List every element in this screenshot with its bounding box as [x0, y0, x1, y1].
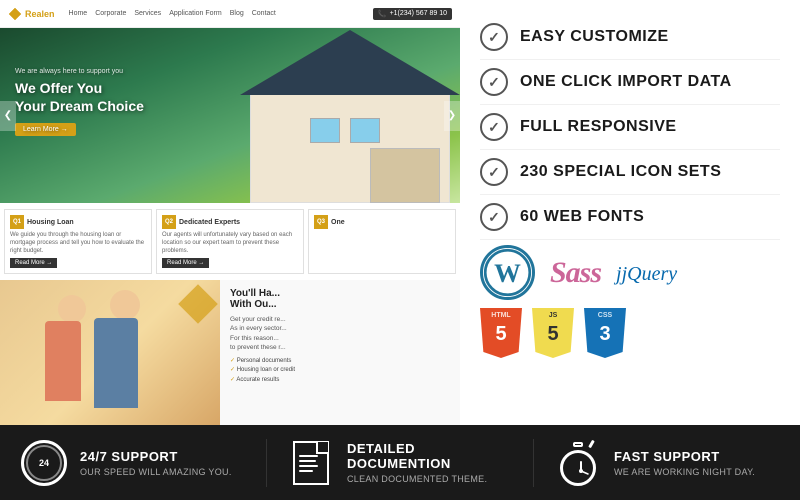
- hero-headline: We Offer You Your Dream Choice: [15, 79, 144, 115]
- bottom-item-docs: DETAILED DOCUMENTION CLEAN DOCUMENTED TH…: [267, 439, 534, 487]
- feature-label-2: ONE CLICK IMPORT DATA: [520, 73, 732, 91]
- feature-label-5: 60 WEB FONTS: [520, 208, 644, 226]
- feature-easy-customize: EASY CUSTOMIZE: [480, 15, 780, 60]
- doc-line-3: [299, 465, 318, 467]
- card-1: Q1 Housing Loan We guide you through the…: [4, 209, 152, 274]
- house-container: [200, 28, 460, 203]
- bottom-item-fast: FAST SUPPORT WE ARE WORKING NIGHT DAY.: [534, 439, 800, 487]
- docs-text: DETAILED DOCUMENTION CLEAN DOCUMENTED TH…: [347, 441, 513, 484]
- feature-cards: Q1 Housing Loan We guide you through the…: [0, 203, 460, 280]
- lower-desc: Get your credit re...As in every sector.…: [230, 315, 450, 351]
- fast-support-text: FAST SUPPORT WE ARE WORKING NIGHT DAY.: [614, 449, 755, 477]
- card-3-icon: Q3: [314, 215, 328, 229]
- js5-badge: JS 5: [532, 308, 574, 358]
- lower-title: You'll Ha...With Ou...: [230, 288, 450, 310]
- garage: [370, 148, 440, 203]
- check-icon-5: [480, 203, 508, 231]
- feature-one-click-import: ONE CLICK IMPORT DATA: [480, 60, 780, 105]
- bottom-bar: 24 24/7 SUPPORT OUR SPEED WILL AMAZING Y…: [0, 425, 800, 500]
- features-panel: EASY CUSTOMIZE ONE CLICK IMPORT DATA FUL…: [460, 0, 800, 425]
- lower-text: You'll Ha...With Ou... Get your credit r…: [220, 280, 460, 425]
- docs-subtitle: CLEAN DOCUMENTED THEME.: [347, 474, 513, 484]
- check-icon-1: [480, 23, 508, 51]
- support-subtitle: OUR SPEED WILL AMAZING YOU.: [80, 467, 232, 477]
- fast-title: FAST SUPPORT: [614, 449, 755, 464]
- html5-badge-wrapper: HTML 5: [480, 308, 522, 358]
- doc-icon-wrapper: [287, 439, 335, 487]
- card-1-icon: Q1: [10, 215, 24, 229]
- check-icon-2: [480, 68, 508, 96]
- stopwatch-icon: [557, 440, 599, 486]
- preview-panel: Realen Home Corporate Services Applicati…: [0, 0, 460, 425]
- doc-line-2: [299, 460, 316, 462]
- docs-title: DETAILED DOCUMENTION: [347, 441, 513, 471]
- feature-full-responsive: FULL RESPONSIVE: [480, 105, 780, 150]
- woman-body: [45, 321, 81, 401]
- jquery-logo: jjQuery: [616, 260, 677, 286]
- svg-text:W: W: [494, 258, 521, 288]
- window-1: [350, 118, 380, 143]
- nav-links: Home Corporate Services Application Form…: [69, 10, 276, 17]
- card-2: Q2 Dedicated Experts Our agents will unf…: [156, 209, 304, 274]
- clock-icon-wrapper: 24: [20, 439, 68, 487]
- hero-text: We are always here to support you We Off…: [15, 68, 144, 136]
- wordpress-logo: W: [480, 245, 535, 300]
- person-image: [0, 280, 220, 425]
- tech-badges-row: HTML 5 JS 5 CSS: [480, 308, 780, 358]
- stopwatch-handle: [588, 439, 595, 447]
- hero-cta-btn[interactable]: Learn More →: [15, 123, 76, 136]
- css3-badge-wrapper: CSS 3: [584, 308, 626, 358]
- html5-badge: HTML 5: [480, 308, 522, 358]
- card-1-btn[interactable]: Read More →: [10, 258, 57, 268]
- main-content: Realen Home Corporate Services Applicati…: [0, 0, 800, 425]
- feature-label-4: 230 SPECIAL ICON SETS: [520, 163, 721, 181]
- doc-line-4: [299, 470, 313, 472]
- stopwatch-btn: [573, 442, 583, 447]
- house-roof: [240, 30, 460, 95]
- feature-label-1: EASY CUSTOMIZE: [520, 28, 669, 46]
- lower-features: Personal documents Housing loan or credi…: [230, 357, 450, 386]
- mock-website: Realen Home Corporate Services Applicati…: [0, 0, 460, 425]
- card-2-icon: Q2: [162, 215, 176, 229]
- feature-icon-sets: 230 SPECIAL ICON SETS: [480, 150, 780, 195]
- card-2-btn[interactable]: Read More →: [162, 258, 209, 268]
- check-icon-4: [480, 158, 508, 186]
- css3-badge: CSS 3: [584, 308, 626, 358]
- feature-web-fonts: 60 WEB FONTS: [480, 195, 780, 240]
- tech-logos: W Sass jjQuery: [480, 245, 780, 358]
- support-title: 24/7 SUPPORT: [80, 449, 232, 464]
- site-logo: Realen: [8, 7, 55, 21]
- doc-line-1: [299, 455, 318, 457]
- hero-arrow-right[interactable]: ❯: [444, 101, 460, 131]
- phone-display: 📞 +1(234) 567 89 10: [373, 8, 452, 20]
- feature-label-3: FULL RESPONSIVE: [520, 118, 677, 136]
- fast-subtitle: WE ARE WORKING NIGHT DAY.: [614, 467, 755, 477]
- man-body: [94, 318, 138, 408]
- sass-logo: Sass: [550, 256, 601, 290]
- support-text: 24/7 SUPPORT OUR SPEED WILL AMAZING YOU.: [80, 449, 232, 477]
- 24-7-clock-icon: 24: [21, 440, 67, 486]
- mock-nav: Realen Home Corporate Services Applicati…: [0, 0, 460, 28]
- stopwatch-body: [560, 450, 596, 486]
- js5-badge-wrapper: JS 5: [532, 308, 574, 358]
- card-3: Q3 One: [308, 209, 456, 274]
- window-2: [310, 118, 340, 143]
- document-icon: [293, 441, 329, 485]
- mock-hero: We are always here to support you We Off…: [0, 28, 460, 203]
- tech-row-1: W Sass jjQuery: [480, 245, 780, 300]
- stopwatch-icon-wrapper: [554, 439, 602, 487]
- hero-arrow-left[interactable]: ❮: [0, 101, 16, 131]
- lower-section: You'll Ha...With Ou... Get your credit r…: [0, 280, 460, 425]
- bottom-item-support: 24 24/7 SUPPORT OUR SPEED WILL AMAZING Y…: [0, 439, 267, 487]
- check-icon-3: [480, 113, 508, 141]
